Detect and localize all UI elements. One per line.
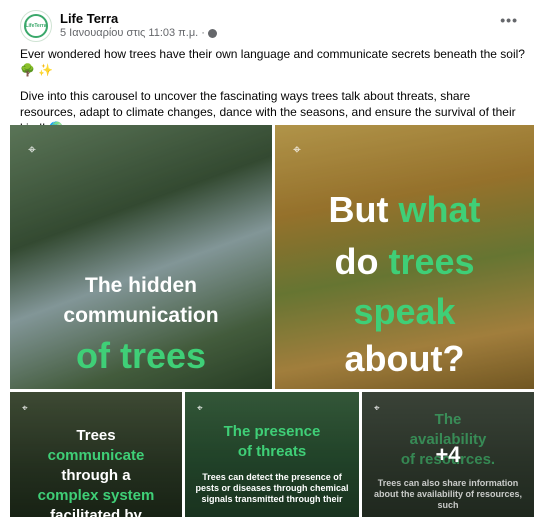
- location-leaf-icon: ⌖: [22, 403, 28, 414]
- photo2-word-about: about?: [344, 338, 465, 379]
- photo3-line4: complex system: [37, 487, 155, 504]
- post-meta: Life Terra 5 Ιανουαρίου στις 11:03 π.μ. …: [60, 11, 217, 41]
- location-leaf-icon: ⌖: [293, 141, 301, 157]
- photo5-line1: The: [434, 411, 462, 428]
- photo5-body: Trees can also share information about t…: [373, 478, 523, 510]
- photo2-word-what: what: [398, 189, 481, 230]
- photo3-line2: communicate: [47, 447, 145, 464]
- photo2-word-but: But: [328, 189, 389, 230]
- post-paragraph-1: Ever wondered how trees have their own l…: [20, 47, 525, 77]
- photo2-word-trees: trees: [388, 241, 475, 282]
- photo1-line3: of trees: [75, 335, 207, 376]
- photo4-line1: The presence: [223, 423, 321, 440]
- gallery-photo-4[interactable]: ⌖ The presence of threats Trees can dete…: [185, 392, 359, 517]
- photo-gallery: ⌖ The hidden communication of trees ⌖ Bu…: [10, 125, 534, 517]
- photo2-word-do: do: [334, 241, 379, 282]
- post-time: 5 Ιανουαρίου στις 11:03 π.μ. ·: [60, 26, 217, 41]
- gallery-photo-1[interactable]: ⌖ The hidden communication of trees: [10, 125, 272, 389]
- location-leaf-icon: ⌖: [197, 403, 203, 414]
- author-name[interactable]: Life Terra: [60, 11, 217, 26]
- avatar-text: LifeTerra: [25, 23, 47, 29]
- photo2-row2: do trees: [275, 241, 534, 282]
- avatar[interactable]: LifeTerra: [20, 10, 52, 42]
- timestamp[interactable]: 5 Ιανουαρίου στις 11:03 π.μ. ·: [60, 26, 205, 41]
- photo1-line1: The hidden: [85, 274, 197, 297]
- location-leaf-icon: ⌖: [28, 141, 36, 157]
- photo3-line5: facilitated by: [50, 507, 142, 517]
- gallery-photo-5[interactable]: ⌖ The availability of resources. Trees c…: [362, 392, 534, 517]
- gallery-photo-3[interactable]: ⌖ Trees communicate through a complex sy…: [10, 392, 182, 517]
- gallery-photo-2[interactable]: ⌖ But what do trees speak about?: [275, 125, 534, 389]
- life-terra-logo-icon: LifeTerra: [24, 14, 48, 38]
- globe-icon: [207, 29, 217, 38]
- photo4-line2: of threats: [237, 443, 307, 460]
- more-photos-count[interactable]: +4: [362, 442, 534, 468]
- more-options-button[interactable]: •••: [500, 12, 518, 28]
- post-header: LifeTerra Life Terra 5 Ιανουαρίου στις 1…: [20, 9, 217, 43]
- photo1-line2: communication: [63, 304, 219, 327]
- photo2-word-speak: speak: [353, 291, 456, 332]
- facebook-post: LifeTerra Life Terra 5 Ιανουαρίου στις 1…: [0, 0, 534, 517]
- photo2-row1: But what: [275, 189, 534, 230]
- photo4-body: Trees can detect the presence of pests o…: [195, 472, 349, 504]
- photo3-line1: Trees: [76, 427, 116, 444]
- photo3-line3: through a: [61, 467, 131, 484]
